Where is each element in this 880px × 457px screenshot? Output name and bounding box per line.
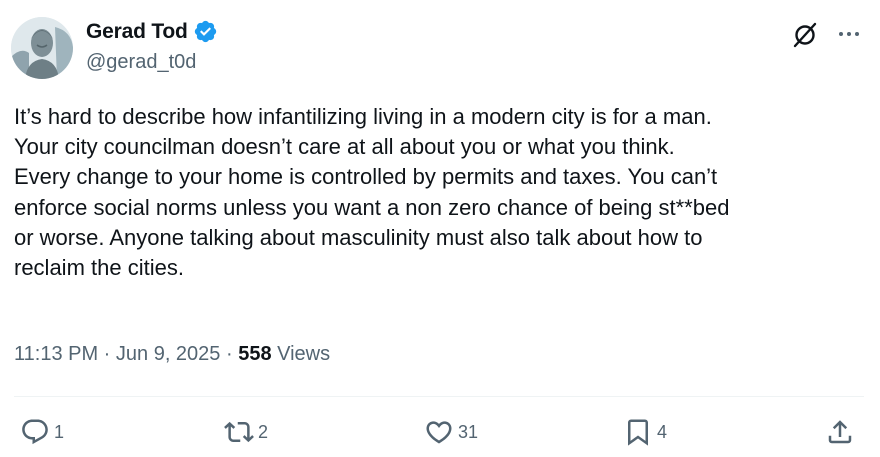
grok-icon[interactable]	[790, 20, 820, 50]
bookmark-button[interactable]: 4	[623, 415, 667, 449]
tweet-meta: 11:13 PM · Jun 9, 2025 · 558 Views	[14, 343, 330, 366]
views-count: 558	[238, 343, 272, 365]
share-button[interactable]	[825, 415, 855, 449]
retweet-icon	[224, 421, 254, 443]
bookmark-count: 4	[657, 421, 668, 442]
verified-badge-icon[interactable]	[193, 19, 218, 44]
reply-icon	[22, 419, 48, 445]
divider	[14, 396, 864, 397]
share-icon	[828, 420, 852, 444]
author-name-row: Gerad Tod	[86, 19, 218, 44]
views-label: Views	[271, 343, 331, 365]
tweet-text: It’s hard to describe how infantilizing …	[14, 104, 730, 281]
avatar[interactable]	[11, 17, 73, 79]
timestamp[interactable]: 11:13 PM · Jun 9, 2025 ·	[14, 343, 238, 365]
like-icon	[426, 421, 452, 444]
display-name[interactable]: Gerad Tod	[86, 20, 188, 44]
retweet-count: 2	[258, 421, 269, 442]
bookmark-icon	[628, 419, 648, 446]
like-count: 31	[458, 421, 479, 442]
reply-button[interactable]: 1	[20, 415, 64, 449]
like-button[interactable]: 31	[424, 415, 478, 449]
author-handle[interactable]: @gerad_t0d	[86, 51, 196, 74]
retweet-button[interactable]: 2	[224, 415, 268, 449]
more-icon[interactable]	[835, 20, 863, 48]
reply-count: 1	[54, 421, 65, 442]
